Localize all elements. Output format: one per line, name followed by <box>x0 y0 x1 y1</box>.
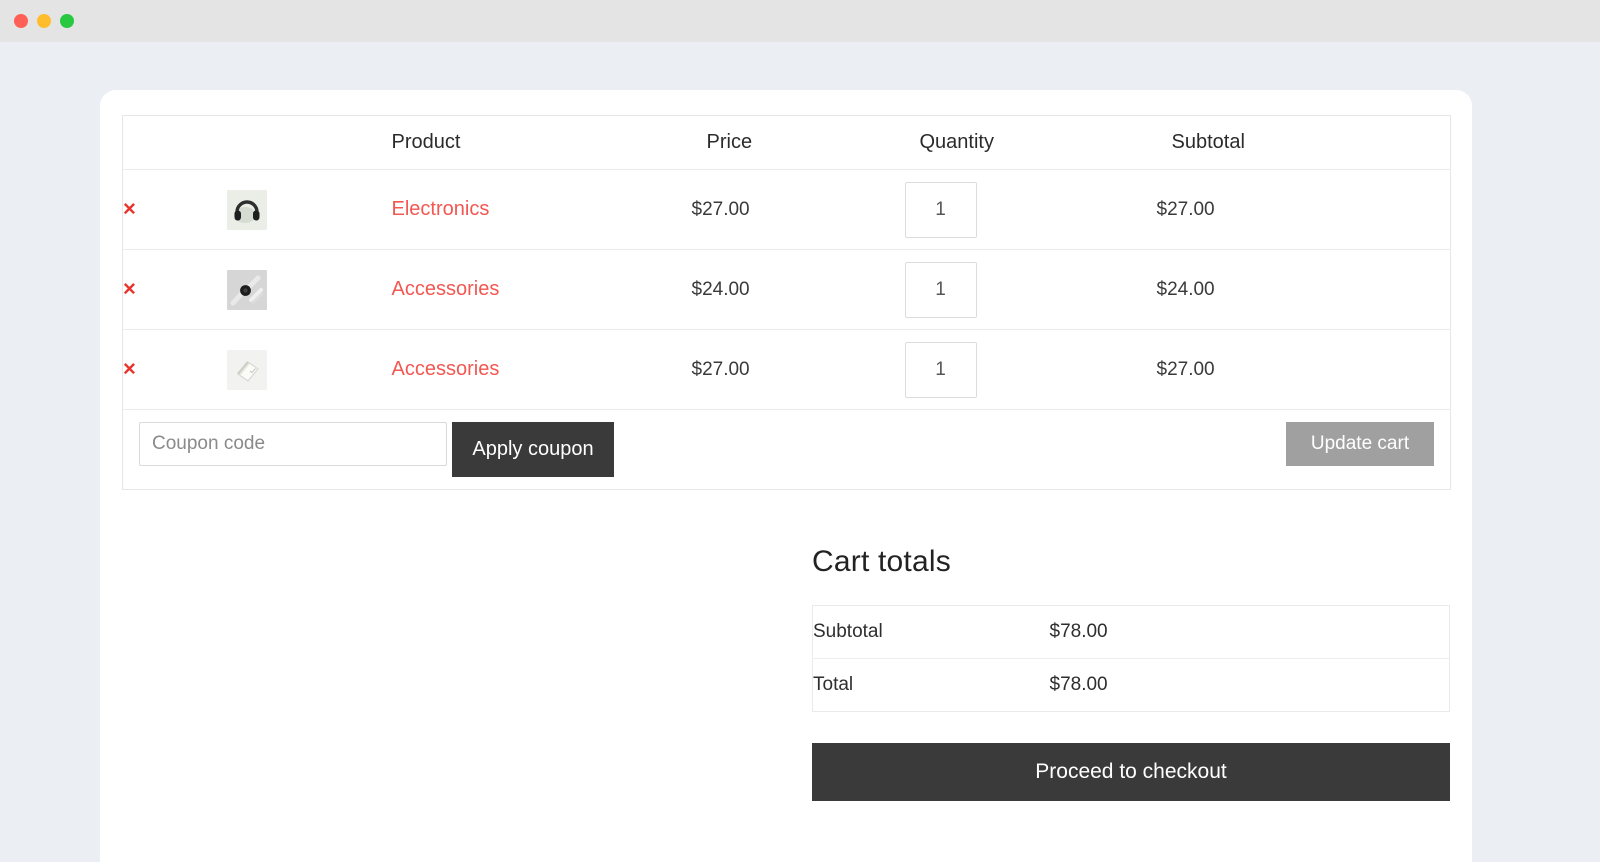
totals-label-total: Total <box>813 674 854 695</box>
product-price: $27.00 <box>691 329 905 410</box>
remove-item-cell: × <box>122 249 227 330</box>
product-price: $27.00 <box>691 169 905 250</box>
close-window-button[interactable] <box>14 14 28 28</box>
cart-item-row: × Accessories $24.00 1 $24.00 <box>122 249 1451 330</box>
product-price: $24.00 <box>691 249 905 330</box>
remove-item-cell: × <box>122 169 227 250</box>
totals-value-subtotal: $78.00 <box>1049 605 1450 659</box>
update-cart-button[interactable]: Update cart <box>1286 422 1434 466</box>
remove-item-icon[interactable]: × <box>123 198 136 220</box>
remove-item-cell: × <box>122 329 227 410</box>
cart-actions-cell: Apply coupon Update cart <box>123 410 1451 490</box>
watch-thumbnail[interactable] <box>226 269 267 310</box>
proceed-to-checkout-button[interactable]: Proceed to checkout <box>812 743 1450 801</box>
column-header-price: Price <box>691 115 905 170</box>
product-link[interactable]: Accessories <box>377 358 500 380</box>
product-link[interactable]: Electronics <box>377 198 490 220</box>
quantity-cell <box>904 329 1157 410</box>
cart-actions-row: Apply coupon Update cart <box>123 410 1451 490</box>
product-link[interactable]: Accessories <box>377 278 500 300</box>
apply-coupon-button[interactable]: Apply coupon <box>452 422 614 477</box>
maximize-window-button[interactable] <box>60 14 74 28</box>
column-header-remove <box>122 115 227 170</box>
quantity-cell <box>904 249 1157 330</box>
cart-totals-table: Subtotal $78.00 Total $78.00 <box>812 605 1450 712</box>
totals-row-total: Total $78.00 <box>813 659 1450 712</box>
remove-item-icon[interactable]: × <box>123 278 136 300</box>
cart-item-row: × Accessories $27.00 1 $27.00 <box>122 329 1451 410</box>
column-header-subtotal: Subtotal <box>1156 115 1451 170</box>
cart-page-card: Product Price Quantity Subtotal × Electr… <box>100 90 1472 862</box>
product-name-cell: Accessories <box>376 249 692 330</box>
window-titlebar <box>0 0 1600 42</box>
quantity-input[interactable] <box>904 341 977 398</box>
totals-value-total: $78.00 <box>1049 674 1108 695</box>
notebook-thumbnail[interactable] <box>226 349 267 390</box>
product-subtotal: $24.00 <box>1156 249 1451 330</box>
quantity-input[interactable] <box>904 261 977 318</box>
column-header-quantity: Quantity <box>904 115 1157 170</box>
remove-item-icon[interactable]: × <box>123 358 136 380</box>
headphones-thumbnail[interactable] <box>226 189 267 230</box>
cart-table-header-row: Product Price Quantity Subtotal <box>122 115 1451 170</box>
product-thumbnail-cell <box>226 329 377 410</box>
quantity-input[interactable] <box>904 181 977 238</box>
coupon-code-input[interactable] <box>139 422 447 466</box>
cart-table: Product Price Quantity Subtotal × Electr… <box>122 115 1451 490</box>
column-header-thumbnail <box>226 115 377 170</box>
browser-viewport: Product Price Quantity Subtotal × Electr… <box>0 42 1600 862</box>
product-subtotal: $27.00 <box>1156 329 1451 410</box>
column-header-product: Product <box>376 115 692 170</box>
minimize-window-button[interactable] <box>37 14 51 28</box>
cart-item-row: × Electronics $27.00 1 $27.00 <box>122 169 1451 250</box>
product-name-cell: Electronics <box>376 169 692 250</box>
product-thumbnail-cell <box>226 169 377 250</box>
product-thumbnail-cell <box>226 249 377 330</box>
totals-row-subtotal: Subtotal $78.00 <box>812 605 1450 659</box>
product-name-cell: Accessories <box>376 329 692 410</box>
quantity-cell <box>904 169 1157 250</box>
product-subtotal: $27.00 <box>1156 169 1451 250</box>
cart-totals-title: Cart totals <box>812 545 951 578</box>
totals-label-subtotal: Subtotal <box>812 605 1050 659</box>
cart-totals-section: Cart totals Subtotal $78.00 Total $78.00… <box>812 545 1450 801</box>
